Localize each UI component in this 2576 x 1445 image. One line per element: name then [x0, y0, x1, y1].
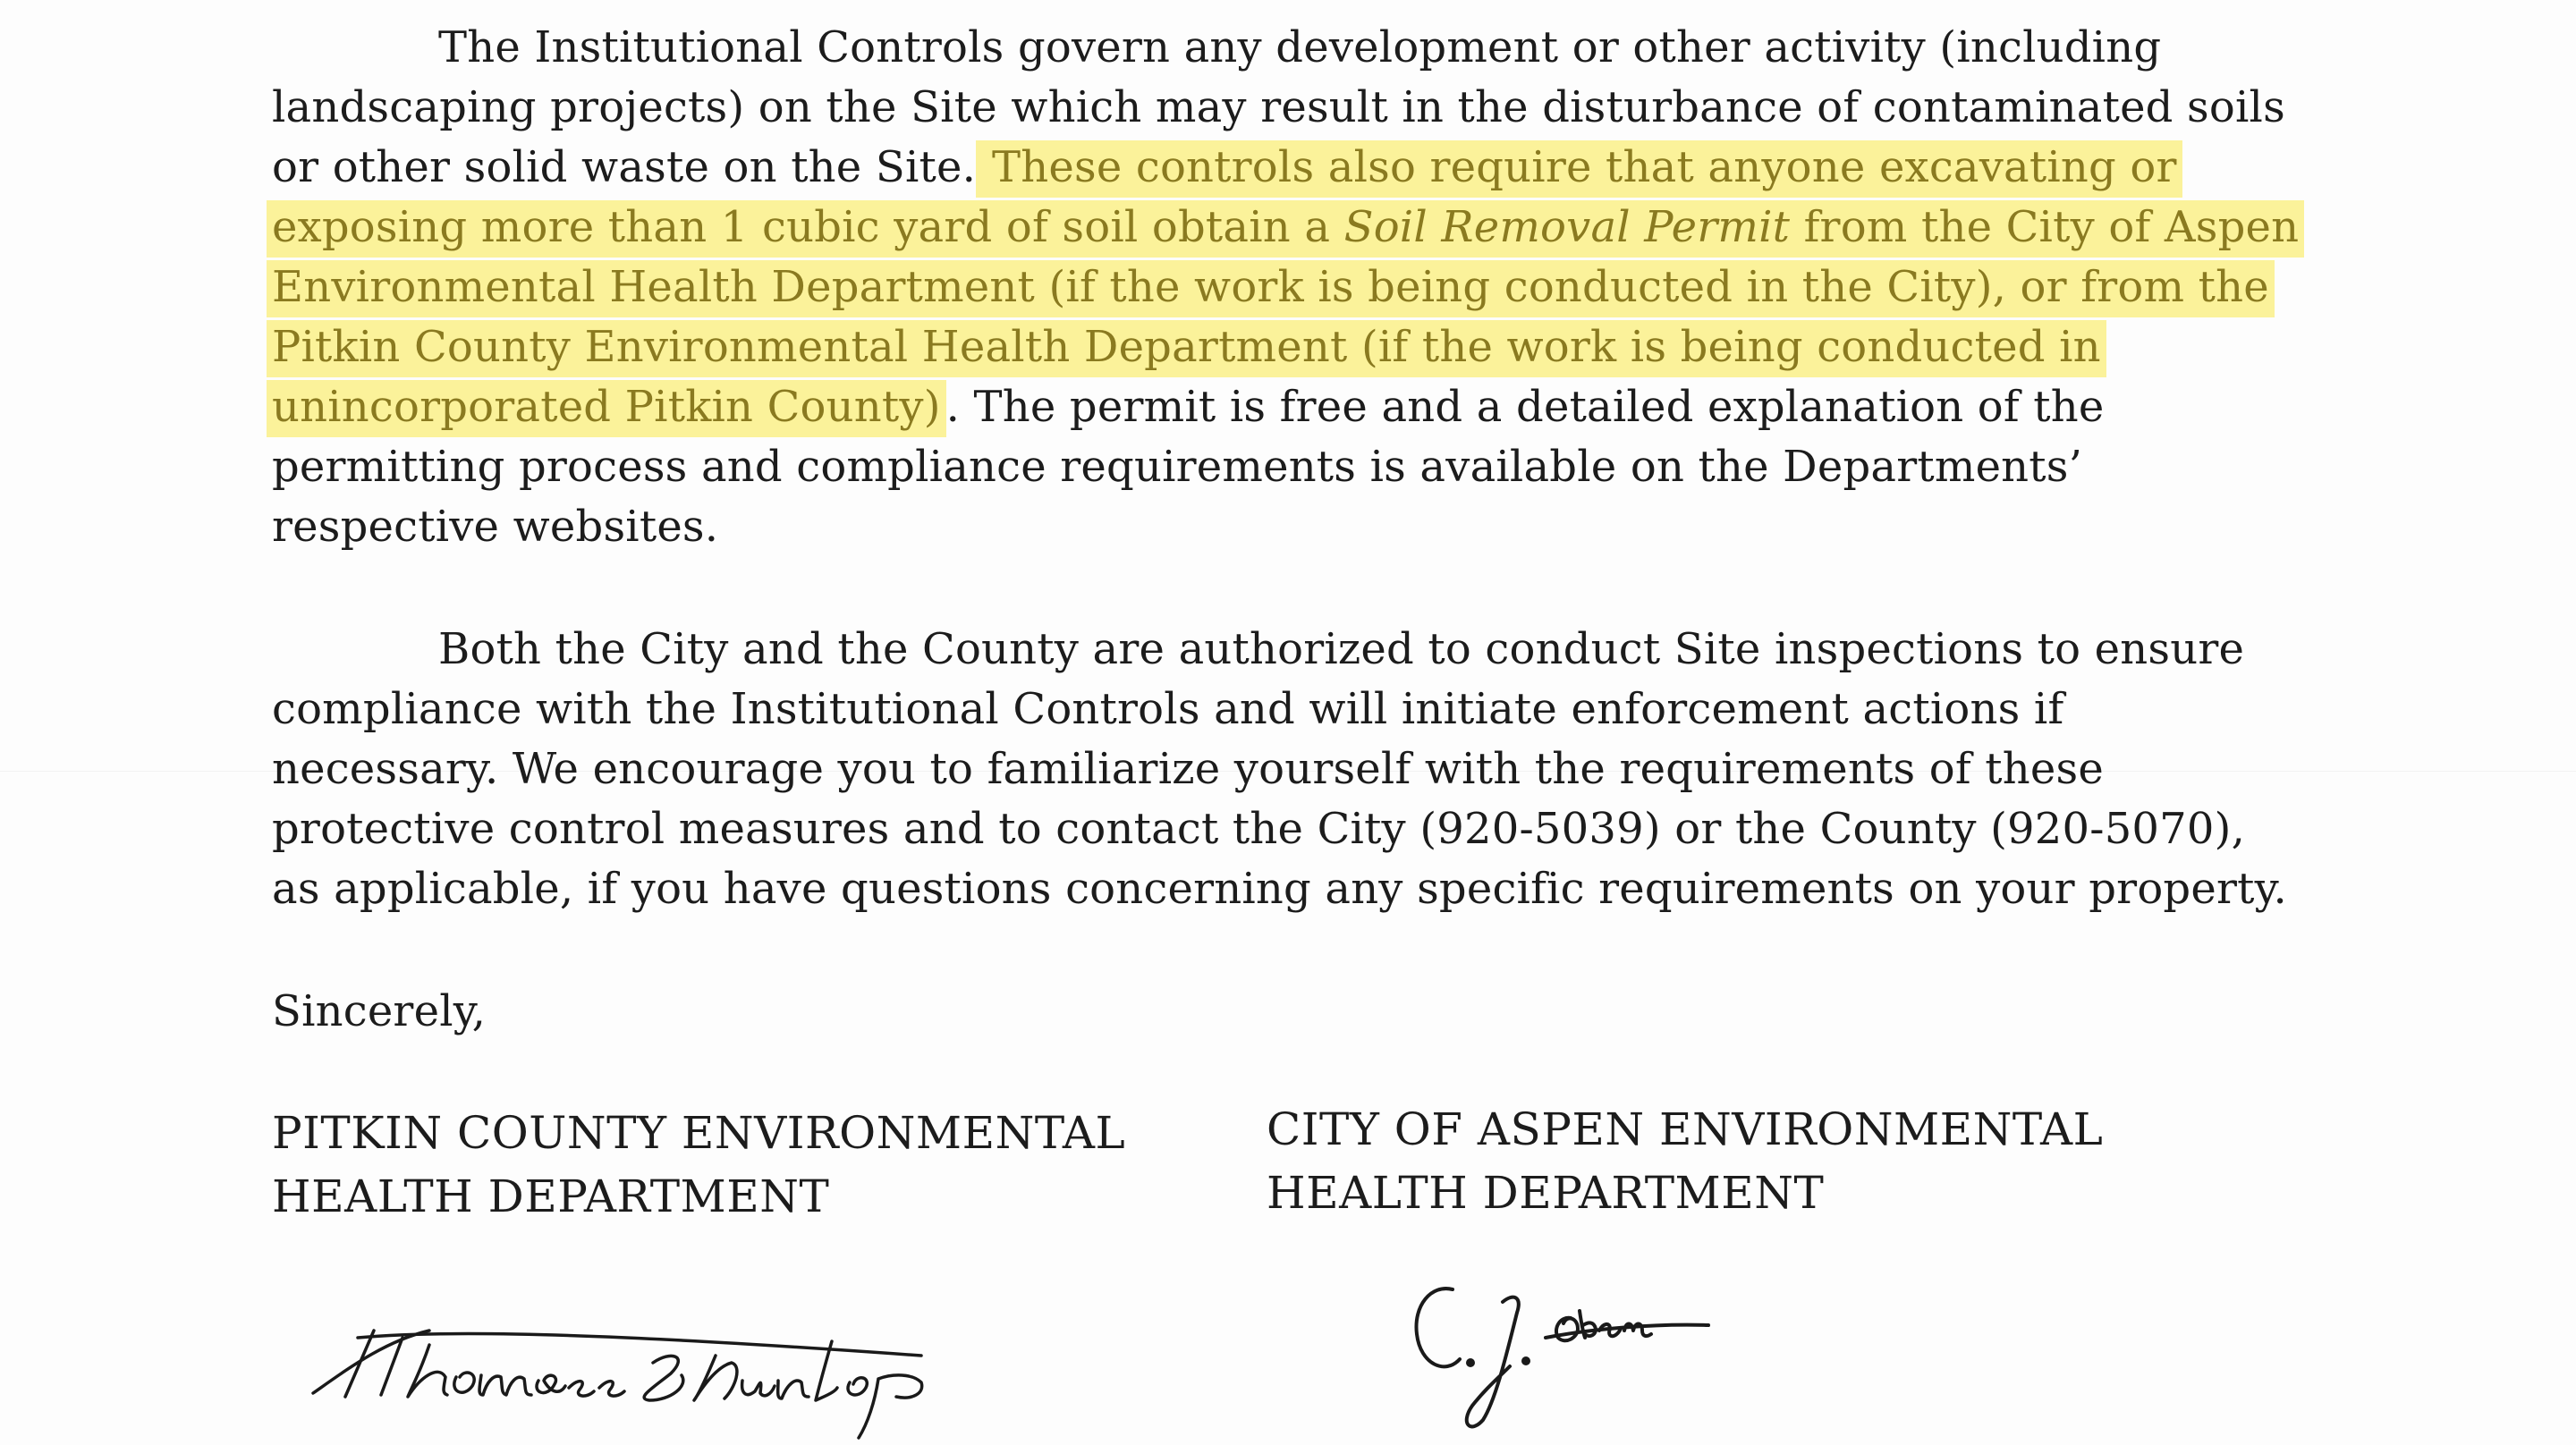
signature-right-image: [1414, 1287, 1710, 1429]
text-line: or other solid waste on the Site. These c…: [272, 138, 2293, 198]
text-segment: exposing more than 1 cubic yard of soil …: [272, 202, 1344, 252]
letter-page: The Institutional Controls govern any de…: [0, 0, 2576, 1445]
text-line: necessary. We encourage you to familiari…: [272, 744, 2104, 794]
text-line: as applicable, if you have questions con…: [272, 864, 2287, 914]
signatory-block-city-of-aspen: CITY OF ASPEN ENVIRONMENTAL HEALTH DEPAR…: [1267, 1098, 2103, 1225]
highlighted-text: unincorporated Pitkin County): [267, 380, 946, 437]
text-segment: or other solid waste on the Site.: [272, 142, 977, 192]
signature-left-image: [311, 1329, 924, 1440]
text-line: The Institutional Controls govern any de…: [438, 22, 2162, 72]
closing-salutation: Sincerely,: [272, 982, 2293, 1042]
text-line: Both the City and the County are authori…: [438, 624, 2245, 674]
signatory-name-line: CITY OF ASPEN ENVIRONMENTAL: [1267, 1103, 2104, 1155]
text-segment: . The permit is free and a detailed expl…: [945, 382, 2105, 432]
highlighted-text: Pitkin County Environmental Health Depar…: [267, 320, 2106, 377]
text-line: permitting process and compliance requir…: [272, 442, 2083, 492]
signatory-name-line: HEALTH DEPARTMENT: [1267, 1167, 1825, 1219]
paragraph-inspections: Both the City and the County are authori…: [272, 620, 2293, 919]
highlighted-text: These controls also require that anyone …: [976, 140, 2182, 198]
text-line: Environmental Health Department (if the …: [267, 258, 2293, 317]
highlighted-text: exposing more than 1 cubic yard of soil …: [267, 200, 2305, 258]
text-line: Pitkin County Environmental Health Depar…: [267, 317, 2293, 377]
highlighted-text: Environmental Health Department (if the …: [267, 260, 2275, 317]
signatory-block-pitkin-county: PITKIN COUNTY ENVIRONMENTAL HEALTH DEPAR…: [272, 1102, 1125, 1229]
paragraph-institutional-controls: The Institutional Controls govern any de…: [267, 18, 2305, 557]
text-line: landscaping projects) on the Site which …: [272, 82, 2285, 132]
signatory-name-line: HEALTH DEPARTMENT: [272, 1170, 830, 1222]
text-line: protective control measures and to conta…: [272, 804, 2246, 854]
signatory-name-line: PITKIN COUNTY ENVIRONMENTAL: [272, 1107, 1126, 1159]
closing-text: Sincerely,: [272, 986, 487, 1036]
text-segment: from the City of Aspen: [1790, 202, 2300, 252]
text-line: compliance with the Institutional Contro…: [272, 684, 2064, 734]
text-line: unincorporated Pitkin County). The permi…: [267, 377, 2293, 437]
permit-name: Soil Removal Permit: [1343, 202, 1791, 252]
text-line: respective websites.: [272, 502, 719, 552]
text-line: exposing more than 1 cubic yard of soil …: [267, 198, 2305, 258]
